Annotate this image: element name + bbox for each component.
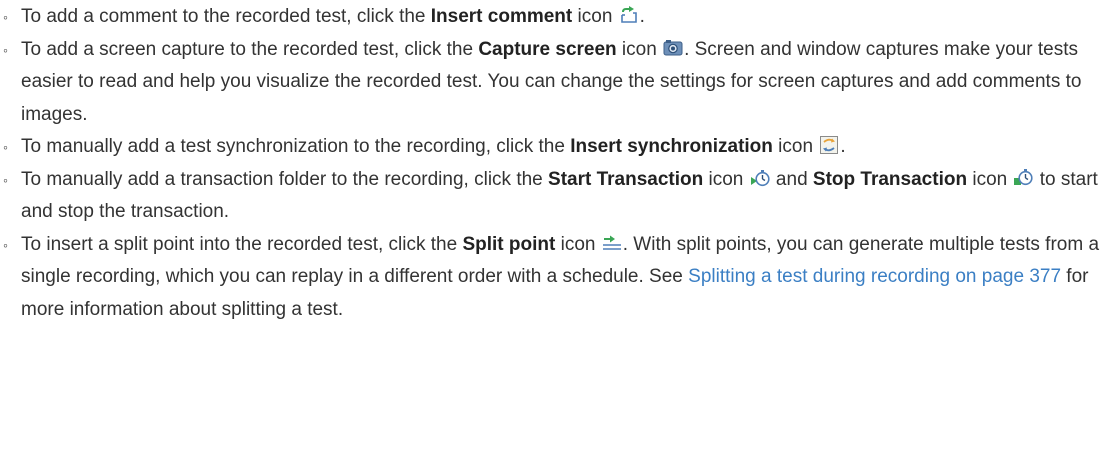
stop-transaction-icon (1013, 168, 1034, 188)
item-text: icon (703, 168, 749, 190)
item-text: To insert a split point into the recorde… (21, 233, 463, 255)
item-text: To manually add a test synchronization t… (21, 136, 571, 157)
list-item-insert-comment: ◦ To add a comment to the recorded test,… (0, 1, 1105, 34)
item-text: icon (555, 233, 601, 255)
list-item-insert-synchronization: ◦ To manually add a test synchronization… (0, 131, 1105, 164)
item-text: icon (572, 6, 618, 27)
start-transaction-icon (750, 168, 770, 188)
ui-term-insert-synchronization: Insert synchronization (570, 136, 773, 157)
split-point-icon (602, 233, 622, 253)
list-item-transaction: ◦ To manually add a transaction folder t… (0, 164, 1105, 229)
instruction-list: ◦ To add a comment to the recorded test,… (0, 0, 1105, 326)
item-text: and (770, 168, 813, 190)
bullet: ◦ (3, 41, 8, 58)
item-text: icon (772, 136, 819, 157)
capture-screen-icon (663, 38, 683, 58)
item-text: . (840, 136, 846, 157)
insert-comment-icon (619, 5, 639, 25)
bullet: ◦ (3, 9, 8, 25)
item-text: icon (616, 38, 663, 60)
ui-term-insert-comment: Insert comment (430, 6, 573, 27)
ui-term-start-transaction: Start Transaction (548, 168, 704, 190)
item-text: To manually add a transaction folder to … (21, 168, 549, 190)
item-text: To add a comment to the recorded test, c… (21, 6, 431, 27)
ui-term-split-point: Split point (462, 233, 556, 255)
ui-term-stop-transaction: Stop Transaction (812, 168, 968, 190)
splitting-test-link[interactable]: Splitting a test during recording on pag… (688, 266, 1061, 287)
item-text: To add a screen capture to the recorded … (21, 38, 479, 60)
ui-term-capture-screen: Capture screen (478, 38, 617, 60)
insert-synchronization-icon (819, 135, 839, 155)
item-text: . (639, 6, 645, 27)
bullet: ◦ (3, 171, 8, 188)
bullet: ◦ (3, 139, 8, 155)
list-item-split-point: ◦ To insert a split point into the recor… (0, 229, 1105, 327)
bullet: ◦ (3, 236, 8, 253)
list-item-capture-screen: ◦ To add a screen capture to the recorde… (0, 34, 1105, 132)
item-text: icon (967, 168, 1013, 190)
